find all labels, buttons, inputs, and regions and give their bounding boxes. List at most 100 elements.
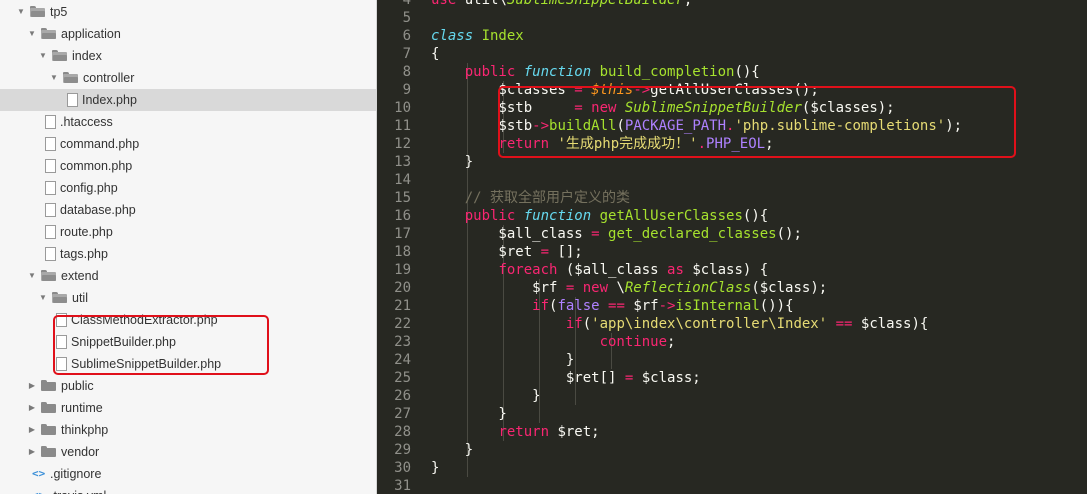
code-line: }	[431, 459, 439, 477]
disclosure-open-icon[interactable]: ▼	[16, 1, 26, 23]
code-token: ()){	[759, 298, 794, 314]
line-number: 16	[394, 208, 411, 224]
tree-item-label: index	[72, 49, 102, 63]
tree-item-extend[interactable]: ▼ extend	[0, 265, 376, 287]
code-line: return $ret;	[431, 423, 599, 441]
line-number: 30	[394, 460, 411, 476]
code-line: $ret = [];	[431, 243, 582, 261]
tree-item-label: util	[72, 291, 88, 305]
line-number: 28	[394, 424, 411, 440]
code-token: }	[431, 352, 575, 368]
code-token: class	[431, 28, 482, 44]
tree-item-index[interactable]: ▼ index	[0, 45, 376, 67]
tree-item-runtime[interactable]: ▶ runtime	[0, 397, 376, 419]
line-number: 9	[402, 82, 411, 98]
line-number: 14	[394, 172, 411, 188]
code-token: build_completion	[599, 64, 735, 80]
code-token: (){	[742, 208, 769, 224]
tree-item-route-php[interactable]: route.php	[0, 221, 376, 243]
code-token: }	[431, 442, 474, 458]
tree-item-label: vendor	[61, 445, 100, 459]
line-number: 23	[394, 334, 411, 350]
code-line: {	[431, 45, 439, 63]
tree-item-label: extend	[61, 269, 99, 283]
disclosure-open-icon[interactable]: ▼	[27, 265, 37, 287]
tree-item-index-php[interactable]: Index.php	[0, 89, 376, 111]
code-line: if(false == $rf->isInternal()){	[431, 297, 794, 315]
code-line: }	[431, 153, 473, 171]
folder-icon	[41, 270, 56, 281]
code-token: {	[431, 46, 440, 62]
tree-item-tags-php[interactable]: tags.php	[0, 243, 376, 265]
code-line: // 获取全部用户定义的类	[431, 189, 630, 207]
code-token: if	[532, 298, 550, 314]
tree-item-gitignore[interactable]: <> .gitignore	[0, 463, 376, 485]
code-token: ->	[658, 298, 676, 314]
folder-icon	[41, 446, 56, 457]
tree-item-config-php[interactable]: config.php	[0, 177, 376, 199]
folder-icon	[63, 72, 78, 83]
code-token: get_declared_classes	[608, 226, 777, 242]
code-token: public	[464, 64, 524, 80]
disclosure-closed-icon[interactable]: ▶	[27, 419, 37, 441]
tree-item-common-php[interactable]: common.php	[0, 155, 376, 177]
line-number: 20	[394, 280, 411, 296]
code-token: \	[616, 280, 625, 296]
file-icon	[67, 93, 78, 107]
disclosure-open-icon[interactable]: ▼	[38, 287, 48, 309]
tree-item-util[interactable]: ▼ util	[0, 287, 376, 309]
tree-item-public[interactable]: ▶ public	[0, 375, 376, 397]
code-token: ReflectionClass	[624, 280, 752, 296]
tree-item-label: .travis.yml	[50, 485, 106, 494]
disclosure-open-icon[interactable]: ▼	[38, 45, 48, 67]
disclosure-closed-icon[interactable]: ▶	[27, 441, 37, 463]
file-tree-sidebar: ▼ tp5 ▼ application ▼ index ▼ controller Index.p…	[0, 0, 377, 494]
disclosure-closed-icon[interactable]: ▶	[27, 375, 37, 397]
tree-item-tp5[interactable]: ▼ tp5	[0, 1, 376, 23]
tree-item-label: public	[61, 379, 94, 393]
tree-item-database-php[interactable]: database.php	[0, 199, 376, 221]
line-number: 29	[394, 442, 411, 458]
disclosure-open-icon[interactable]: ▼	[49, 67, 59, 89]
code-token: }	[431, 406, 507, 422]
tree-item-label: database.php	[60, 203, 136, 217]
tree-item-vendor[interactable]: ▶ vendor	[0, 441, 376, 463]
tree-item-thinkphp[interactable]: ▶ thinkphp	[0, 419, 376, 441]
line-number: 25	[394, 370, 411, 386]
line-number: 31	[394, 478, 411, 494]
line-number: 7	[402, 46, 411, 62]
code-token: ==	[835, 316, 861, 332]
code-file-icon: <>	[32, 485, 50, 494]
folder-icon	[41, 380, 56, 391]
code-token: // 获取全部用户定义的类	[464, 190, 631, 206]
disclosure-open-icon[interactable]: ▼	[27, 23, 37, 45]
tree-item-label: .htaccess	[60, 115, 113, 129]
file-icon	[45, 247, 56, 261]
code-token: }	[431, 460, 440, 476]
code-token: as	[667, 262, 693, 278]
tree-item-command-php[interactable]: command.php	[0, 133, 376, 155]
tree-item-travis-yml[interactable]: <>.travis.yml	[0, 485, 376, 494]
code-line: }	[431, 441, 473, 459]
code-line: if('app\index\controller\Index' == $clas…	[431, 315, 928, 333]
code-token: ();	[776, 226, 802, 242]
code-line: continue;	[431, 333, 676, 351]
line-number: 5	[402, 10, 411, 26]
code-token: $rf	[431, 280, 566, 296]
tree-item-application[interactable]: ▼ application	[0, 23, 376, 45]
code-line: public function getAllUserClasses(){	[431, 207, 768, 225]
tree-item-controller[interactable]: ▼ controller	[0, 67, 376, 89]
disclosure-closed-icon[interactable]: ▶	[27, 397, 37, 419]
line-number: 27	[394, 406, 411, 422]
code-token: ($all_class	[565, 262, 668, 278]
line-number: 10	[394, 100, 411, 116]
code-token: new	[582, 280, 617, 296]
tree-item-htaccess[interactable]: .htaccess	[0, 111, 376, 133]
code-token: =	[540, 244, 558, 260]
code-token: =	[565, 280, 583, 296]
code-line: }	[431, 351, 574, 369]
code-editor[interactable]: 4 5 6 7 8 9 10 11 12 13 14 15 16 17 18 19 20 21 22 23 24 25 26…	[377, 0, 1087, 494]
